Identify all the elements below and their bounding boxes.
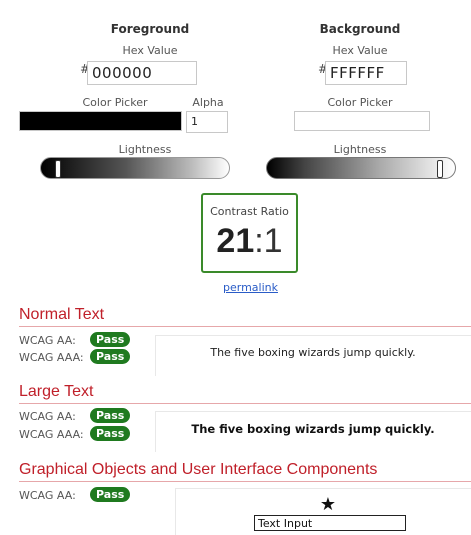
background-picker-label: Color Picker bbox=[327, 96, 393, 109]
normal-text-sample: The five boxing wizards jump quickly. bbox=[210, 346, 416, 359]
background-color-picker[interactable] bbox=[294, 111, 430, 131]
normal-aaa-pass-badge: Pass bbox=[90, 349, 131, 364]
sample-text-input[interactable]: Text Input bbox=[254, 515, 406, 531]
foreground-picker-label: Color Picker bbox=[82, 96, 148, 109]
foreground-lightness-handle[interactable] bbox=[55, 160, 61, 178]
foreground-hex-label: Hex Value bbox=[122, 44, 178, 57]
foreground-lightness-label: Lightness bbox=[118, 143, 172, 156]
graphical-aa-pass-badge: Pass bbox=[90, 487, 131, 502]
background-lightness-handle[interactable] bbox=[437, 160, 443, 178]
graphical-objects-title: Graphical Objects and User Interface Com… bbox=[19, 461, 378, 478]
background-lightness-label: Lightness bbox=[333, 143, 387, 156]
background-lightness-slider[interactable] bbox=[266, 157, 456, 179]
alpha-label: Alpha bbox=[192, 96, 224, 109]
foreground-color-picker[interactable] bbox=[19, 111, 182, 131]
background-title: Background bbox=[319, 22, 401, 36]
permalink-link[interactable]: permalink bbox=[223, 281, 278, 294]
graphical-aa-label: WCAG AA: bbox=[19, 489, 76, 502]
foreground-title: Foreground bbox=[110, 22, 190, 36]
graphical-objects-divider bbox=[19, 481, 471, 482]
large-text-divider bbox=[19, 403, 471, 404]
background-hex-label: Hex Value bbox=[332, 44, 388, 57]
alpha-input[interactable]: 1 bbox=[186, 111, 228, 133]
foreground-lightness-slider[interactable] bbox=[40, 157, 230, 179]
normal-aa-label: WCAG AA: bbox=[19, 334, 76, 347]
normal-text-title: Normal Text bbox=[19, 306, 105, 323]
large-aaa-label: WCAG AAA: bbox=[19, 428, 84, 441]
normal-aa-pass-badge: Pass bbox=[90, 332, 131, 347]
contrast-ratio-box: Contrast Ratio 21:1 bbox=[201, 193, 298, 273]
background-hex-input[interactable]: FFFFFF bbox=[325, 61, 407, 85]
contrast-ratio-main: 21 bbox=[216, 222, 255, 260]
contrast-ratio-label: Contrast Ratio bbox=[210, 205, 289, 218]
contrast-ratio-rest: :1 bbox=[254, 222, 283, 260]
large-aa-pass-badge: Pass bbox=[90, 408, 131, 423]
large-aaa-pass-badge: Pass bbox=[90, 426, 131, 441]
normal-aaa-label: WCAG AAA: bbox=[19, 351, 84, 364]
large-text-title: Large Text bbox=[19, 383, 94, 400]
large-aa-label: WCAG AA: bbox=[19, 410, 76, 423]
foreground-hex-input[interactable]: 000000 bbox=[87, 61, 197, 85]
contrast-ratio-value: 21:1 bbox=[203, 222, 296, 261]
large-text-sample: The five boxing wizards jump quickly. bbox=[191, 422, 435, 436]
star-icon: ★ bbox=[319, 494, 337, 515]
normal-text-divider bbox=[19, 326, 471, 327]
